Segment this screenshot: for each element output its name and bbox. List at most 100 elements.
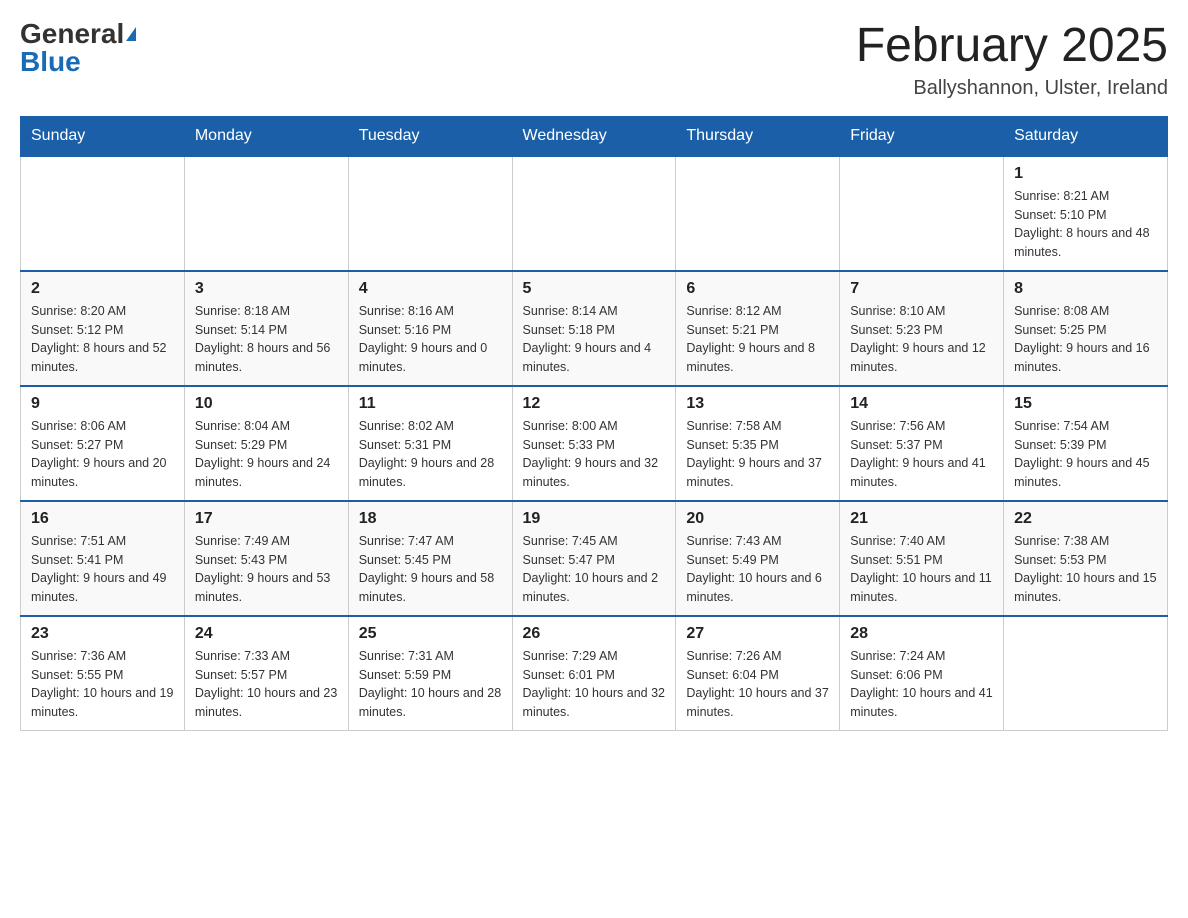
calendar-cell [1004,616,1168,731]
calendar-cell: 14Sunrise: 7:56 AMSunset: 5:37 PMDayligh… [840,386,1004,501]
calendar-cell [21,156,185,271]
calendar-cell [348,156,512,271]
day-number: 9 [31,395,174,413]
calendar-cell: 23 Sunrise: 7:36 AMSunset: 5:55 PMDayligh… [21,616,185,731]
day-number: 5 [523,280,666,298]
day-info: Sunrise: 7:40 AMSunset: 5:51 PMDaylight:… [850,532,993,607]
calendar-header-saturday: Saturday [1004,116,1168,156]
day-number: 6 [686,280,829,298]
day-info: Sunrise: 7:47 AMSunset: 5:45 PMDaylight:… [359,532,502,607]
day-info: Sunrise: 7:54 AMSunset: 5:39 PMDaylight:… [1014,417,1157,492]
day-info: Sunrise: 7:36 AMSunset: 5:55 PMDaylight:… [31,647,174,722]
day-number: 23 [31,625,174,643]
day-info: Sunrise: 7:31 AMSunset: 5:59 PMDaylight:… [359,647,502,722]
day-info: Sunrise: 7:51 AMSunset: 5:41 PMDaylight:… [31,532,174,607]
day-info: Sunrise: 7:26 AMSunset: 6:04 PMDaylight:… [686,647,829,722]
day-info: Sunrise: 8:10 AMSunset: 5:23 PMDaylight:… [850,302,993,377]
day-number: 11 [359,395,502,413]
logo-general: General [20,20,124,48]
day-info: Sunrise: 8:04 AMSunset: 5:29 PMDaylight:… [195,417,338,492]
day-info: Sunrise: 8:06 AMSunset: 5:27 PMDaylight:… [31,417,174,492]
calendar-cell: 18Sunrise: 7:47 AMSunset: 5:45 PMDayligh… [348,501,512,616]
calendar-cell: 19Sunrise: 7:45 AMSunset: 5:47 PMDayligh… [512,501,676,616]
calendar-cell: 1Sunrise: 8:21 AMSunset: 5:10 PMDaylight… [1004,156,1168,271]
calendar-cell: 8 Sunrise: 8:08 AMSunset: 5:25 PMDaylight… [1004,271,1168,386]
calendar-cell: 5 Sunrise: 8:14 AMSunset: 5:18 PMDaylight… [512,271,676,386]
day-info: Sunrise: 8:16 AMSunset: 5:16 PMDaylight:… [359,302,502,377]
day-info: Sunrise: 7:45 AMSunset: 5:47 PMDaylight:… [523,532,666,607]
day-info: Sunrise: 8:18 AMSunset: 5:14 PMDaylight:… [195,302,338,377]
day-number: 10 [195,395,338,413]
calendar-header-monday: Monday [184,116,348,156]
day-number: 12 [523,395,666,413]
day-number: 21 [850,510,993,528]
location: Ballyshannon, Ulster, Ireland [856,77,1168,100]
calendar-cell [512,156,676,271]
day-number: 8 [1014,280,1157,298]
calendar-cell: 10 Sunrise: 8:04 AMSunset: 5:29 PMDayligh… [184,386,348,501]
calendar-header-thursday: Thursday [676,116,840,156]
calendar-week-row: 1Sunrise: 8:21 AMSunset: 5:10 PMDaylight… [21,156,1168,271]
day-info: Sunrise: 8:12 AMSunset: 5:21 PMDaylight:… [686,302,829,377]
day-number: 2 [31,280,174,298]
day-number: 20 [686,510,829,528]
calendar-cell: 9 Sunrise: 8:06 AMSunset: 5:27 PMDaylight… [21,386,185,501]
logo: General Blue [20,20,136,76]
calendar-table: SundayMondayTuesdayWednesdayThursdayFrid… [20,116,1168,731]
day-number: 25 [359,625,502,643]
calendar-cell: 17 Sunrise: 7:49 AMSunset: 5:43 PMDayligh… [184,501,348,616]
calendar-cell: 25 Sunrise: 7:31 AMSunset: 5:59 PMDayligh… [348,616,512,731]
calendar-cell: 27 Sunrise: 7:26 AMSunset: 6:04 PMDayligh… [676,616,840,731]
day-number: 13 [686,395,829,413]
day-info: Sunrise: 8:08 AMSunset: 5:25 PMDaylight:… [1014,302,1157,377]
month-title: February 2025 [856,20,1168,73]
day-info: Sunrise: 7:33 AMSunset: 5:57 PMDaylight:… [195,647,338,722]
day-info: Sunrise: 8:20 AMSunset: 5:12 PMDaylight:… [31,302,174,377]
calendar-cell [184,156,348,271]
calendar-header-wednesday: Wednesday [512,116,676,156]
calendar-cell: 11Sunrise: 8:02 AMSunset: 5:31 PMDayligh… [348,386,512,501]
calendar-cell: 3 Sunrise: 8:18 AMSunset: 5:14 PMDaylight… [184,271,348,386]
day-number: 15 [1014,395,1157,413]
day-number: 26 [523,625,666,643]
day-number: 14 [850,395,993,413]
day-info: Sunrise: 8:00 AMSunset: 5:33 PMDaylight:… [523,417,666,492]
day-number: 24 [195,625,338,643]
calendar-header-tuesday: Tuesday [348,116,512,156]
day-number: 27 [686,625,829,643]
day-info: Sunrise: 7:29 AMSunset: 6:01 PMDaylight:… [523,647,666,722]
calendar-cell: 15 Sunrise: 7:54 AMSunset: 5:39 PMDayligh… [1004,386,1168,501]
calendar-cell: 16 Sunrise: 7:51 AMSunset: 5:41 PMDayligh… [21,501,185,616]
calendar-cell: 24 Sunrise: 7:33 AMSunset: 5:57 PMDayligh… [184,616,348,731]
calendar-cell [676,156,840,271]
calendar-cell: 21 Sunrise: 7:40 AMSunset: 5:51 PMDayligh… [840,501,1004,616]
calendar-cell: 22 Sunrise: 7:38 AMSunset: 5:53 PMDayligh… [1004,501,1168,616]
day-info: Sunrise: 7:38 AMSunset: 5:53 PMDaylight:… [1014,532,1157,607]
day-number: 7 [850,280,993,298]
day-info: Sunrise: 7:43 AMSunset: 5:49 PMDaylight:… [686,532,829,607]
calendar-cell: 28 Sunrise: 7:24 AMSunset: 6:06 PMDayligh… [840,616,1004,731]
calendar-cell: 4 Sunrise: 8:16 AMSunset: 5:16 PMDaylight… [348,271,512,386]
title-area: February 2025 Ballyshannon, Ulster, Irel… [856,20,1168,100]
calendar-week-row: 9 Sunrise: 8:06 AMSunset: 5:27 PMDaylight… [21,386,1168,501]
calendar-cell: 13 Sunrise: 7:58 AMSunset: 5:35 PMDayligh… [676,386,840,501]
calendar-week-row: 2 Sunrise: 8:20 AMSunset: 5:12 PMDaylight… [21,271,1168,386]
day-info: Sunrise: 7:24 AMSunset: 6:06 PMDaylight:… [850,647,993,722]
calendar-cell: 26 Sunrise: 7:29 AMSunset: 6:01 PMDayligh… [512,616,676,731]
calendar-cell: 7 Sunrise: 8:10 AMSunset: 5:23 PMDaylight… [840,271,1004,386]
calendar-cell: 2 Sunrise: 8:20 AMSunset: 5:12 PMDaylight… [21,271,185,386]
day-info: Sunrise: 7:49 AMSunset: 5:43 PMDaylight:… [195,532,338,607]
day-number: 17 [195,510,338,528]
day-info: Sunrise: 8:14 AMSunset: 5:18 PMDaylight:… [523,302,666,377]
day-info: Sunrise: 7:58 AMSunset: 5:35 PMDaylight:… [686,417,829,492]
day-number: 16 [31,510,174,528]
day-number: 3 [195,280,338,298]
day-number: 22 [1014,510,1157,528]
calendar-header-friday: Friday [840,116,1004,156]
day-number: 4 [359,280,502,298]
calendar-cell: 6 Sunrise: 8:12 AMSunset: 5:21 PMDaylight… [676,271,840,386]
day-number: 28 [850,625,993,643]
calendar-cell [840,156,1004,271]
calendar-cell: 12 Sunrise: 8:00 AMSunset: 5:33 PMDayligh… [512,386,676,501]
calendar-header-sunday: Sunday [21,116,185,156]
